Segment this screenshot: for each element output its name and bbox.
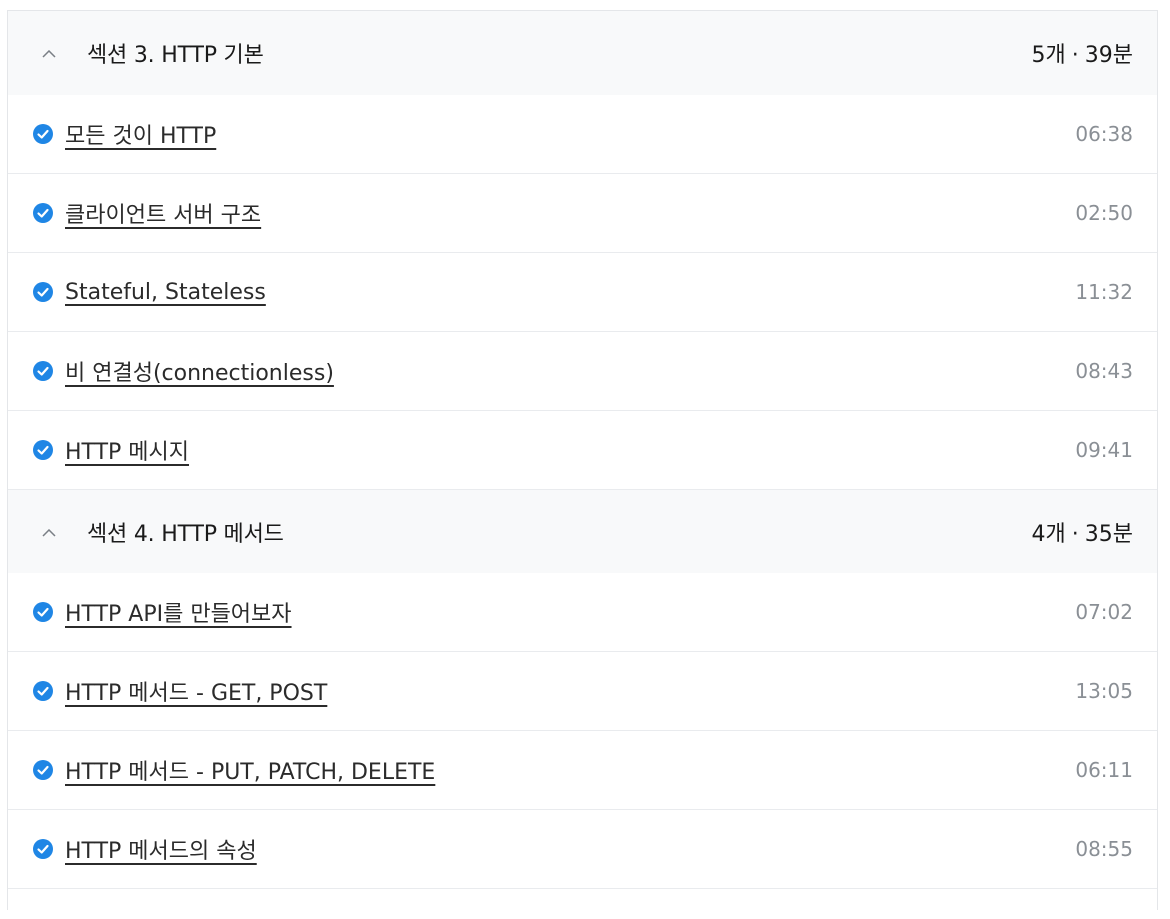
lecture-duration: 07:02 [1075,600,1133,624]
meta-separator: · [1071,43,1079,68]
lecture-row[interactable]: 비 연결성(connectionless) 08:43 [8,331,1157,410]
lecture-title-link[interactable]: Stateful, Stateless [65,280,266,305]
lecture-title-link[interactable]: HTTP 메서드의 속성 [65,833,257,865]
section-duration: 35분 [1084,521,1133,547]
check-circle-icon [33,839,53,859]
check-circle-icon [33,361,53,381]
lecture-duration: 08:55 [1075,837,1133,861]
check-circle-icon [33,681,53,701]
chevron-up-icon[interactable] [42,50,56,60]
section-meta: 4개 · 35분 [1032,516,1133,548]
lecture-row[interactable]: 모든 것이 HTTP 06:38 [8,95,1157,173]
section-title: 섹션 3. HTTP 기본 [87,43,264,68]
lecture-duration: 06:38 [1075,122,1133,146]
lecture-title-link[interactable]: 모든 것이 HTTP [65,118,216,150]
check-circle-icon [33,760,53,780]
lecture-row[interactable]: 클라이언트 서버 구조 02:50 [8,173,1157,252]
lecture-title-link[interactable]: HTTP API를 만들어보자 [65,596,292,628]
lecture-duration: 09:41 [1075,438,1133,462]
lecture-count: 4개 [1031,521,1066,547]
lecture-duration: 13:05 [1075,679,1133,703]
section-header-4[interactable]: 섹션 4. HTTP 메서드 4개 · 35분 [8,489,1157,573]
lecture-row[interactable]: Stateful, Stateless 11:32 [8,252,1157,331]
check-circle-icon [33,203,53,223]
check-circle-icon [33,124,53,144]
lecture-title-link[interactable]: 클라이언트 서버 구조 [65,197,261,229]
check-circle-icon [33,602,53,622]
section-meta: 5개 · 39분 [1032,37,1133,69]
check-circle-icon [33,440,53,460]
lecture-title-link[interactable]: HTTP 메서드 - PUT, PATCH, DELETE [65,754,435,786]
lecture-count: 5개 [1031,43,1066,68]
lecture-duration: 02:50 [1075,201,1133,225]
lecture-title-link[interactable]: HTTP 메서드 - GET, POST [65,675,327,707]
section-duration: 39분 [1084,43,1133,68]
meta-separator: · [1071,521,1079,547]
chevron-up-icon[interactable] [42,528,56,539]
curriculum-list: 섹션 3. HTTP 기본 5개 · 39분 모든 것이 HTTP 06:38 클라… [7,10,1158,910]
section-header-3[interactable]: 섹션 3. HTTP 기본 5개 · 39분 [8,11,1157,95]
lecture-row[interactable]: HTTP 메시지 09:41 [8,410,1157,489]
lecture-title-link[interactable]: 비 연결성(connectionless) [65,355,334,387]
lecture-duration: 08:43 [1075,359,1133,383]
lecture-row[interactable]: HTTP 메서드 - GET, POST 13:05 [8,651,1157,730]
lecture-row[interactable]: HTTP API를 만들어보자 07:02 [8,573,1157,651]
check-circle-icon [33,282,53,302]
list-divider [8,888,1157,919]
lecture-row[interactable]: HTTP 메서드의 속성 08:55 [8,809,1157,888]
lecture-row[interactable]: HTTP 메서드 - PUT, PATCH, DELETE 06:11 [8,730,1157,809]
section-title: 섹션 4. HTTP 메서드 [87,521,284,547]
lecture-duration: 11:32 [1075,280,1133,304]
lecture-duration: 06:11 [1075,758,1133,782]
lecture-title-link[interactable]: HTTP 메시지 [65,434,189,466]
